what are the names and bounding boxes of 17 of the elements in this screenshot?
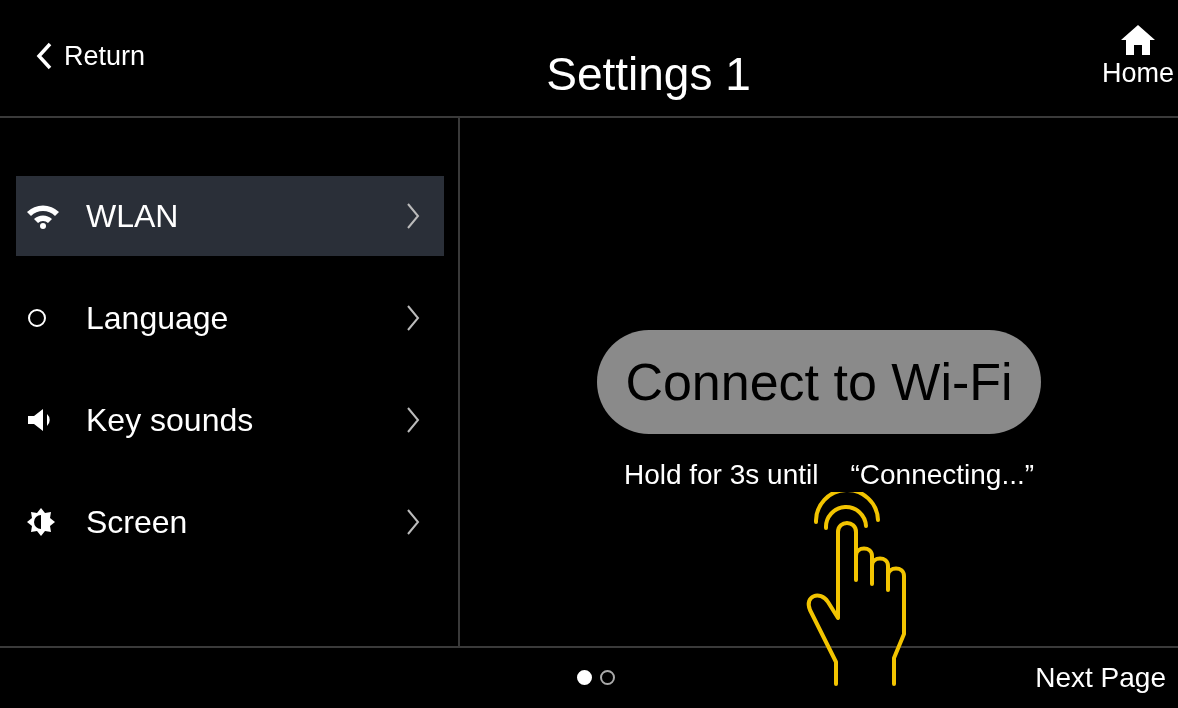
circle-icon <box>26 307 48 329</box>
chevron-right-icon <box>406 406 420 434</box>
chevron-right-icon <box>406 202 420 230</box>
brightness-icon <box>26 507 56 537</box>
home-icon <box>1120 24 1156 56</box>
status-text: “Connecting...” <box>850 458 1035 492</box>
connect-wifi-button[interactable]: Connect to Wi-Fi <box>597 330 1041 434</box>
menu-item[interactable]: WLAN <box>16 176 444 256</box>
chevron-left-icon <box>36 42 52 71</box>
home-button[interactable]: Home <box>1101 0 1178 87</box>
hint-text: Hold for 3s until <box>623 458 819 492</box>
chevron-right-icon <box>406 508 420 536</box>
chevron-right-icon <box>406 304 420 332</box>
page-title: Settings 1 <box>545 47 751 102</box>
wifi-icon <box>26 203 60 229</box>
next-page-button[interactable]: Next Page <box>1035 657 1178 699</box>
return-button[interactable]: Return <box>0 0 146 77</box>
